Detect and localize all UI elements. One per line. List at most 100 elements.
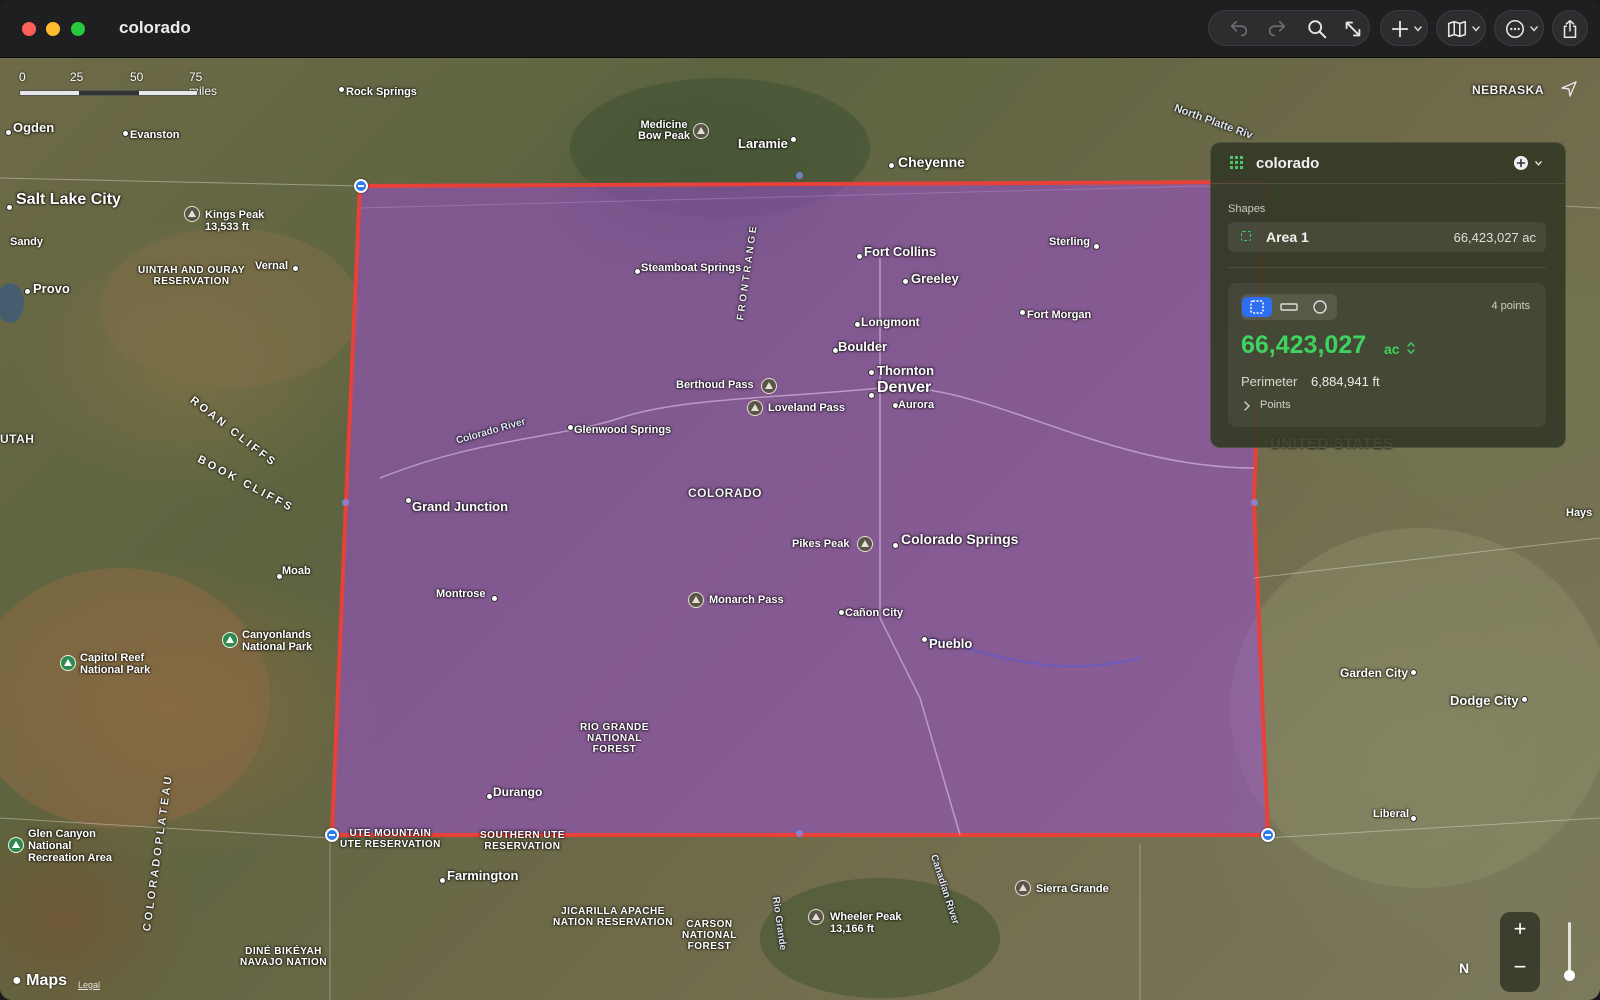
share-button[interactable] xyxy=(1552,10,1588,46)
map-label[interactable]: Colorado Springs xyxy=(901,531,1018,547)
map-label[interactable]: NEBRASKA xyxy=(1472,83,1544,97)
map-label[interactable]: RIO GRANDE NATIONAL FOREST xyxy=(580,722,649,755)
map-label[interactable]: Grand Junction xyxy=(412,499,508,514)
minimize-window-button[interactable] xyxy=(46,22,60,36)
map-label[interactable]: Ogden xyxy=(13,120,54,135)
map-label[interactable]: Durango xyxy=(493,785,542,799)
map-label[interactable]: DINÉ BIKÉYAH NAVAJO NATION xyxy=(240,946,327,968)
map-label[interactable]: Loveland Pass xyxy=(768,402,845,414)
national-park-icon[interactable] xyxy=(8,837,24,853)
mountain-peak-icon[interactable] xyxy=(1015,880,1031,896)
map-label[interactable]: Moab xyxy=(282,565,311,577)
plus-circle-icon[interactable] xyxy=(1513,155,1529,171)
map-label[interactable]: UINTAH AND OURAY RESERVATION xyxy=(138,265,245,287)
map-label[interactable]: Dodge City xyxy=(1450,693,1519,708)
map-label[interactable]: Pueblo xyxy=(929,636,972,651)
search-button[interactable] xyxy=(1305,17,1329,41)
mountain-pass-icon[interactable] xyxy=(747,400,763,416)
map-label[interactable]: UTAH xyxy=(0,432,34,446)
pitch-slider-knob[interactable] xyxy=(1564,970,1575,981)
map-label[interactable]: Hays xyxy=(1566,507,1592,519)
place-dot xyxy=(1410,669,1417,676)
map-label[interactable]: Sierra Grande xyxy=(1036,883,1109,895)
map-label[interactable]: UTE MOUNTAIN UTE RESERVATION xyxy=(340,828,441,850)
map-label[interactable]: Garden City xyxy=(1340,666,1408,680)
map-label[interactable]: COLORADO xyxy=(688,486,762,500)
map-label[interactable]: Canyonlands National Park xyxy=(242,629,312,653)
measure-button[interactable] xyxy=(1341,17,1365,41)
map-label[interactable]: Berthoud Pass xyxy=(676,379,754,391)
polygon-midpoint[interactable] xyxy=(796,830,803,837)
map-label[interactable]: Glenwood Springs xyxy=(574,424,671,436)
map-label[interactable]: Liberal xyxy=(1373,808,1409,820)
map-label[interactable]: Evanston xyxy=(130,129,180,141)
up-down-chevron-icon[interactable] xyxy=(1406,341,1416,355)
compass-button[interactable]: N xyxy=(1459,960,1469,976)
mountain-pass-icon[interactable] xyxy=(761,378,777,394)
polygon-midpoint[interactable] xyxy=(342,499,349,506)
map-label[interactable]: Sandy xyxy=(10,236,43,248)
map-label[interactable]: Boulder xyxy=(838,339,887,354)
legal-link[interactable]: Legal xyxy=(78,980,100,990)
mountain-peak-icon[interactable] xyxy=(693,123,709,139)
map-label[interactable]: Cheyenne xyxy=(898,154,965,170)
map-label[interactable]: Wheeler Peak 13,166 ft xyxy=(830,911,902,935)
map-label[interactable]: Monarch Pass xyxy=(709,594,784,606)
map-label[interactable]: Kings Peak 13,533 ft xyxy=(205,209,264,233)
map-label[interactable]: Thornton xyxy=(877,363,934,378)
polygon-midpoint[interactable] xyxy=(796,172,803,179)
area-mode-button[interactable] xyxy=(1242,297,1272,317)
map-label[interactable]: CARSON NATIONAL FOREST xyxy=(682,919,737,952)
close-window-button[interactable] xyxy=(22,22,36,36)
national-park-icon[interactable] xyxy=(222,632,238,648)
map-label[interactable]: Rock Springs xyxy=(346,86,417,98)
map-label[interactable]: Medicine Bow Peak xyxy=(638,120,690,142)
map-label[interactable]: Montrose xyxy=(436,588,486,600)
map-label[interactable]: JICARILLA APACHE NATION RESERVATION xyxy=(553,906,673,928)
area-unit[interactable]: ac xyxy=(1384,341,1400,357)
polygon-vertex[interactable] xyxy=(1261,828,1275,842)
polygon-vertex[interactable] xyxy=(354,179,368,193)
map-label[interactable]: Aurora xyxy=(898,399,934,411)
map-mode-button[interactable] xyxy=(1436,10,1486,46)
mountain-peak-icon[interactable] xyxy=(857,536,873,552)
chevron-right-icon[interactable] xyxy=(1243,401,1251,411)
map-label[interactable]: Glen Canyon National Recreation Area xyxy=(28,828,112,864)
map-label[interactable]: Sterling xyxy=(1049,236,1090,248)
map-label[interactable]: Vernal xyxy=(255,260,288,272)
points-disclosure[interactable]: Points xyxy=(1260,399,1291,411)
map-label[interactable]: Salt Lake City xyxy=(16,191,121,209)
national-park-icon[interactable] xyxy=(60,655,76,671)
map-label[interactable]: Longmont xyxy=(861,315,920,329)
zoom-in-button[interactable]: + xyxy=(1500,916,1540,942)
distance-mode-button[interactable] xyxy=(1274,297,1304,317)
shape-list-item[interactable]: Area 1 66,423,027 ac xyxy=(1228,222,1546,252)
place-dot xyxy=(567,424,574,431)
map-label[interactable]: SOUTHERN UTE RESERVATION xyxy=(480,830,565,852)
map-label[interactable]: Fort Collins xyxy=(864,244,936,259)
map-label[interactable]: Pikes Peak xyxy=(792,538,850,550)
map-label[interactable]: Greeley xyxy=(911,271,959,286)
map-label[interactable]: Farmington xyxy=(447,868,519,883)
map-label[interactable]: Capitol Reef National Park xyxy=(80,652,150,676)
map-label[interactable]: Laramie xyxy=(738,136,788,151)
zoom-out-button[interactable]: − xyxy=(1500,954,1540,980)
redo-button[interactable] xyxy=(1265,17,1289,41)
zoom-window-button[interactable] xyxy=(71,22,85,36)
mountain-pass-icon[interactable] xyxy=(688,592,704,608)
map-label[interactable]: Fort Morgan xyxy=(1027,309,1091,321)
map-label[interactable]: Cañon City xyxy=(845,607,903,619)
map-label[interactable]: Steamboat Springs xyxy=(641,262,741,274)
polygon-midpoint[interactable] xyxy=(1251,499,1258,506)
undo-button[interactable] xyxy=(1227,17,1251,41)
mountain-peak-icon[interactable] xyxy=(808,909,824,925)
polygon-vertex[interactable] xyxy=(325,828,339,842)
radius-mode-button[interactable] xyxy=(1305,297,1335,317)
more-options-button[interactable] xyxy=(1494,10,1544,46)
mountain-peak-icon[interactable] xyxy=(184,206,200,222)
chevron-down-icon[interactable] xyxy=(1534,159,1543,168)
map-label[interactable]: Provo xyxy=(33,281,70,296)
location-arrow-icon[interactable] xyxy=(1560,80,1578,98)
map-label[interactable]: Denver xyxy=(877,379,931,397)
add-menu-button[interactable] xyxy=(1380,10,1428,46)
